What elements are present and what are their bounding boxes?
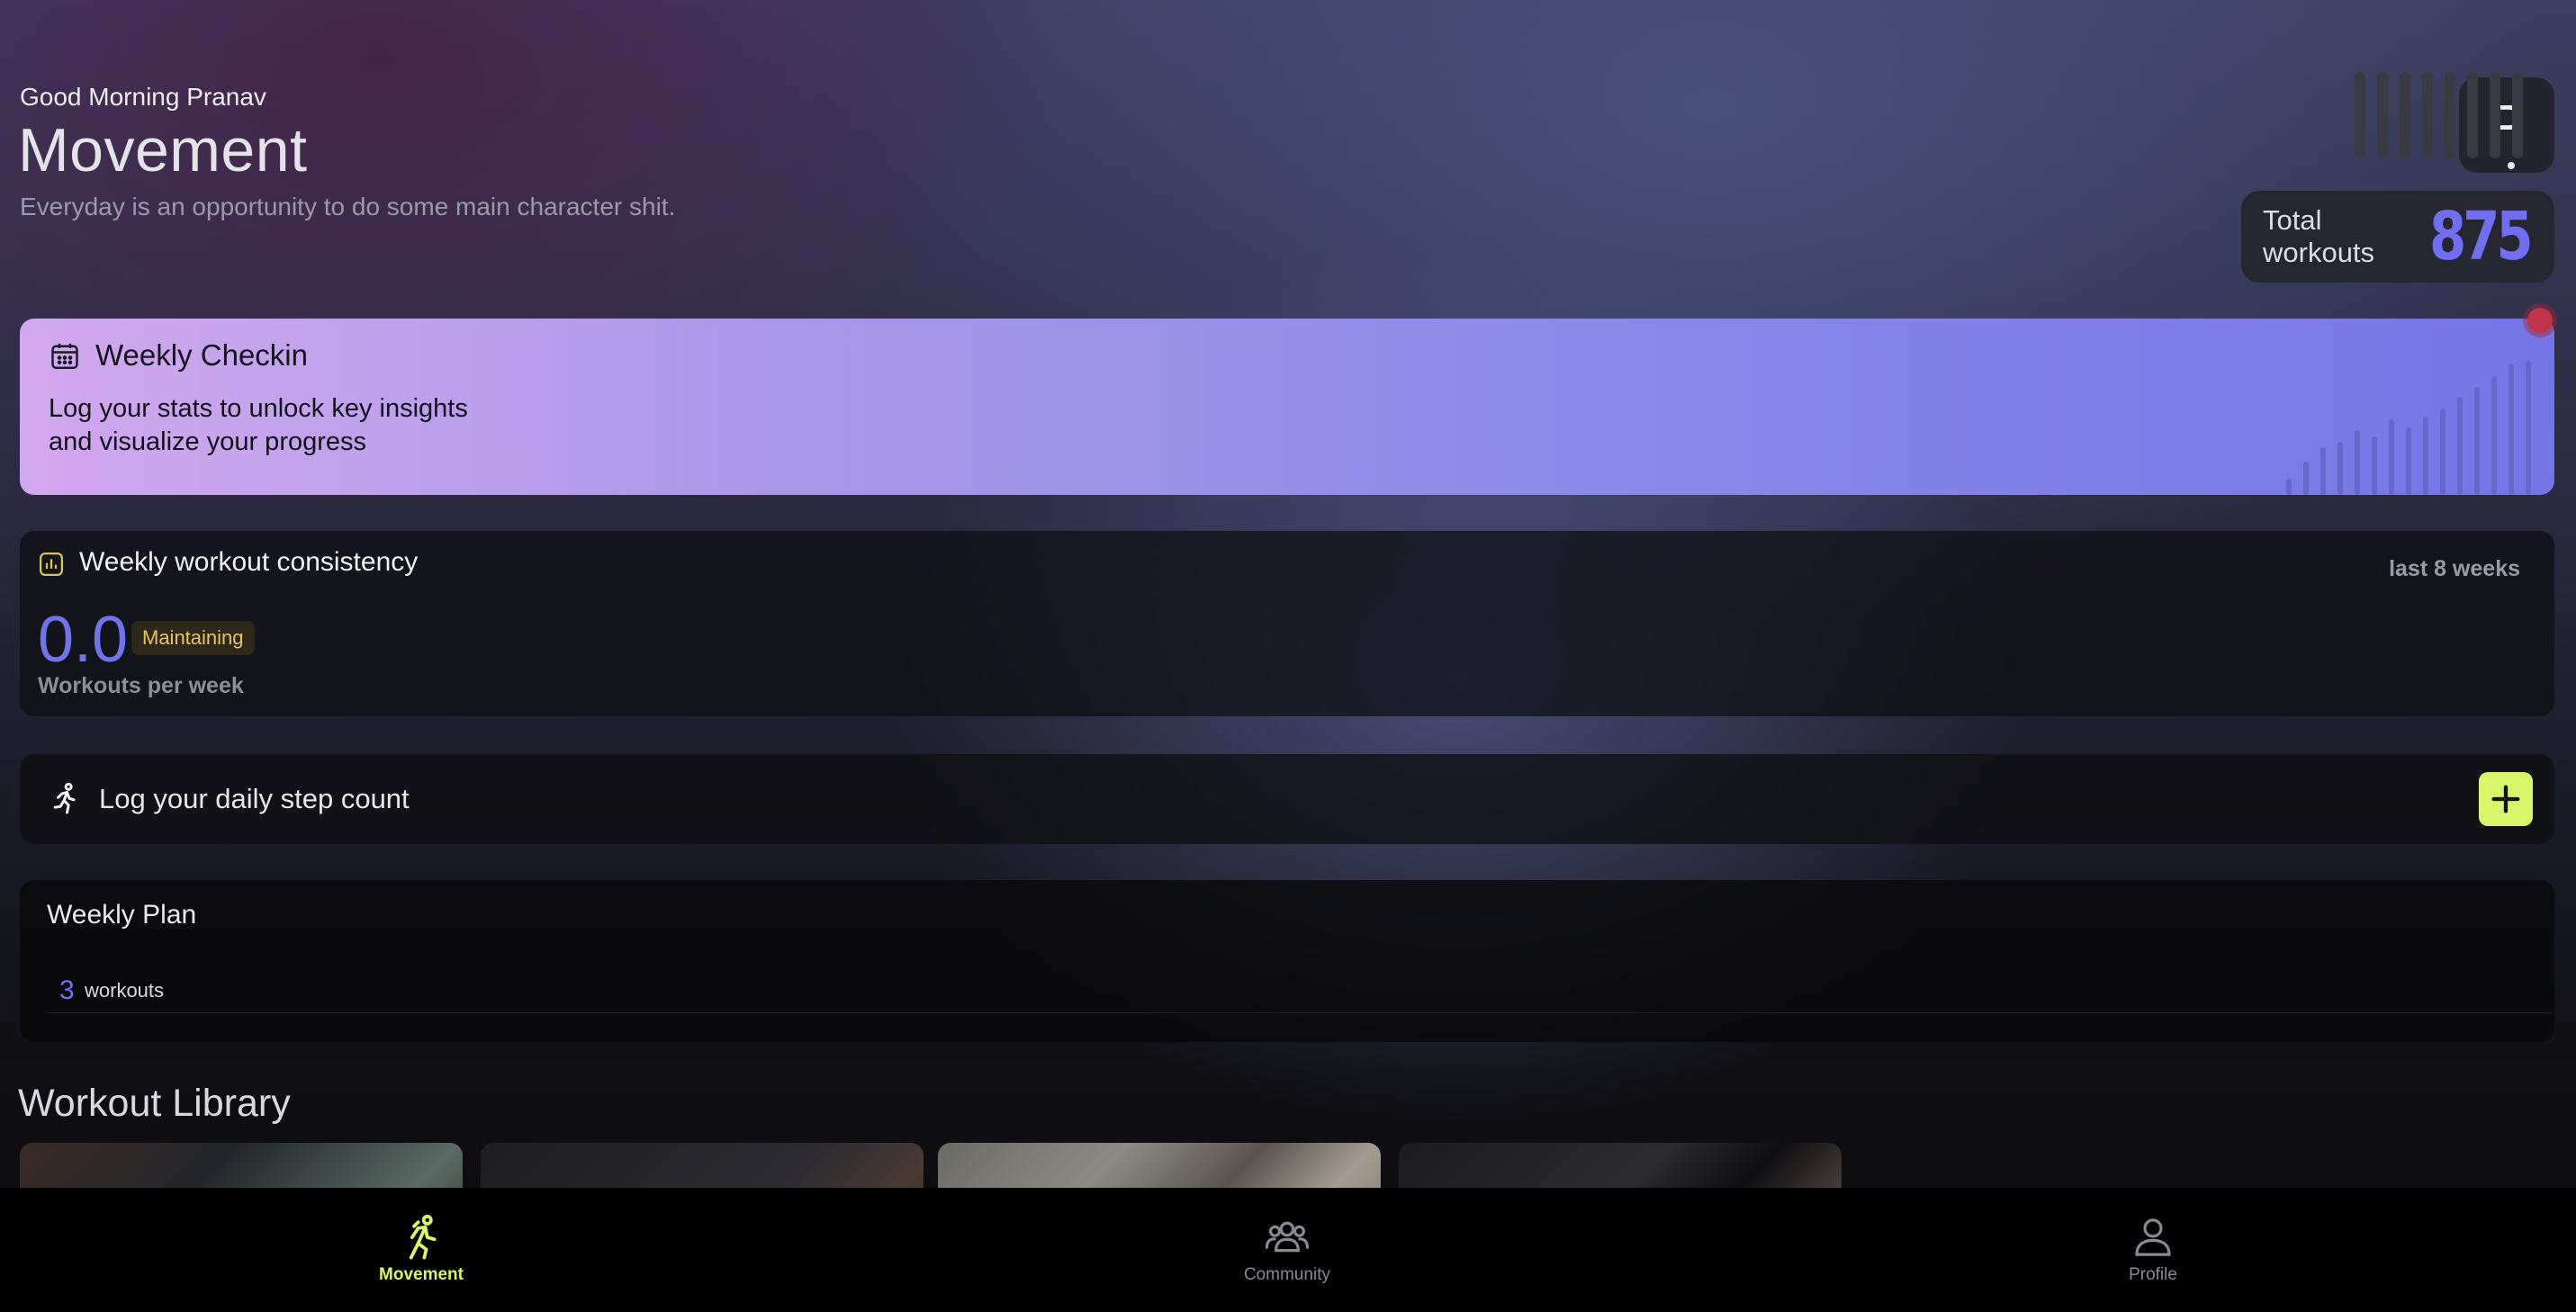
calendar-icon bbox=[51, 343, 78, 369]
week-bar bbox=[2400, 72, 2410, 158]
current-week-dot bbox=[2508, 162, 2515, 169]
profile-icon bbox=[2135, 1218, 2171, 1256]
week-bar bbox=[2490, 72, 2500, 158]
week-bar bbox=[2355, 72, 2365, 158]
consistency-subtitle: Workouts per week bbox=[38, 673, 244, 698]
weekly-checkin-card[interactable]: Weekly Checkin Log your stats to unlock … bbox=[20, 319, 2554, 495]
status-badge: Maintaining bbox=[131, 621, 255, 655]
plan-title: Weekly Plan bbox=[47, 900, 197, 930]
range-label: last 8 weeks bbox=[2389, 556, 2520, 581]
plan-count: 3 bbox=[59, 975, 75, 1005]
tagline: Everyday is an opportunity to do some ma… bbox=[20, 193, 676, 220]
total-workouts-card: Total workouts 875 bbox=[2241, 191, 2554, 283]
nav-item-profile[interactable]: Profile bbox=[2063, 1213, 2243, 1285]
step-count-card[interactable]: Log your daily step count bbox=[20, 754, 2554, 844]
plan-unit: workouts bbox=[85, 979, 165, 1002]
nav-label: Movement bbox=[379, 1265, 464, 1284]
add-steps-button[interactable] bbox=[2479, 772, 2533, 826]
weekly-bars bbox=[2355, 65, 2542, 158]
consistency-title: Weekly workout consistency bbox=[79, 547, 419, 577]
greeting: Good Morning Pranav bbox=[20, 83, 266, 111]
checkin-description: Log your stats to unlock key insights an… bbox=[49, 394, 468, 456]
week-bar bbox=[2422, 72, 2433, 158]
total-workouts-label: Total workouts bbox=[2263, 204, 2375, 268]
community-icon bbox=[1265, 1221, 1310, 1253]
weekly-plan-card[interactable]: Weekly Plan 3 workouts bbox=[20, 880, 2554, 1042]
notification-dot bbox=[2527, 308, 2553, 333]
movement-icon bbox=[409, 1214, 437, 1260]
nav-label: Profile bbox=[2129, 1265, 2177, 1284]
divider bbox=[47, 1012, 2551, 1013]
nav-label: Community bbox=[1243, 1265, 1331, 1284]
nav-item-community[interactable]: Community bbox=[1197, 1213, 1377, 1285]
week-bar bbox=[2377, 72, 2388, 158]
week-bar bbox=[2467, 72, 2478, 158]
week-bar bbox=[2445, 72, 2455, 158]
step-count-label: Log your daily step count bbox=[99, 783, 410, 814]
checkin-bars-decoration bbox=[2286, 360, 2531, 495]
workout-consistency-card[interactable]: Weekly workout consistency 0.0 Maintaini… bbox=[20, 531, 2554, 716]
page-title: Movement bbox=[18, 116, 308, 184]
consistency-value: 0.0 bbox=[38, 604, 129, 676]
nav-item-movement[interactable]: Movement bbox=[331, 1213, 511, 1285]
total-workouts-value: 875 bbox=[2428, 198, 2534, 275]
running-icon bbox=[53, 782, 76, 814]
week-bar bbox=[2512, 72, 2523, 158]
chart-icon bbox=[40, 553, 63, 576]
workout-library-title: Workout Library bbox=[18, 1082, 291, 1125]
bottom-nav: Movement Community Profile bbox=[0, 1188, 2576, 1312]
plus-icon bbox=[2491, 785, 2520, 813]
checkin-title: Weekly Checkin bbox=[95, 338, 308, 372]
